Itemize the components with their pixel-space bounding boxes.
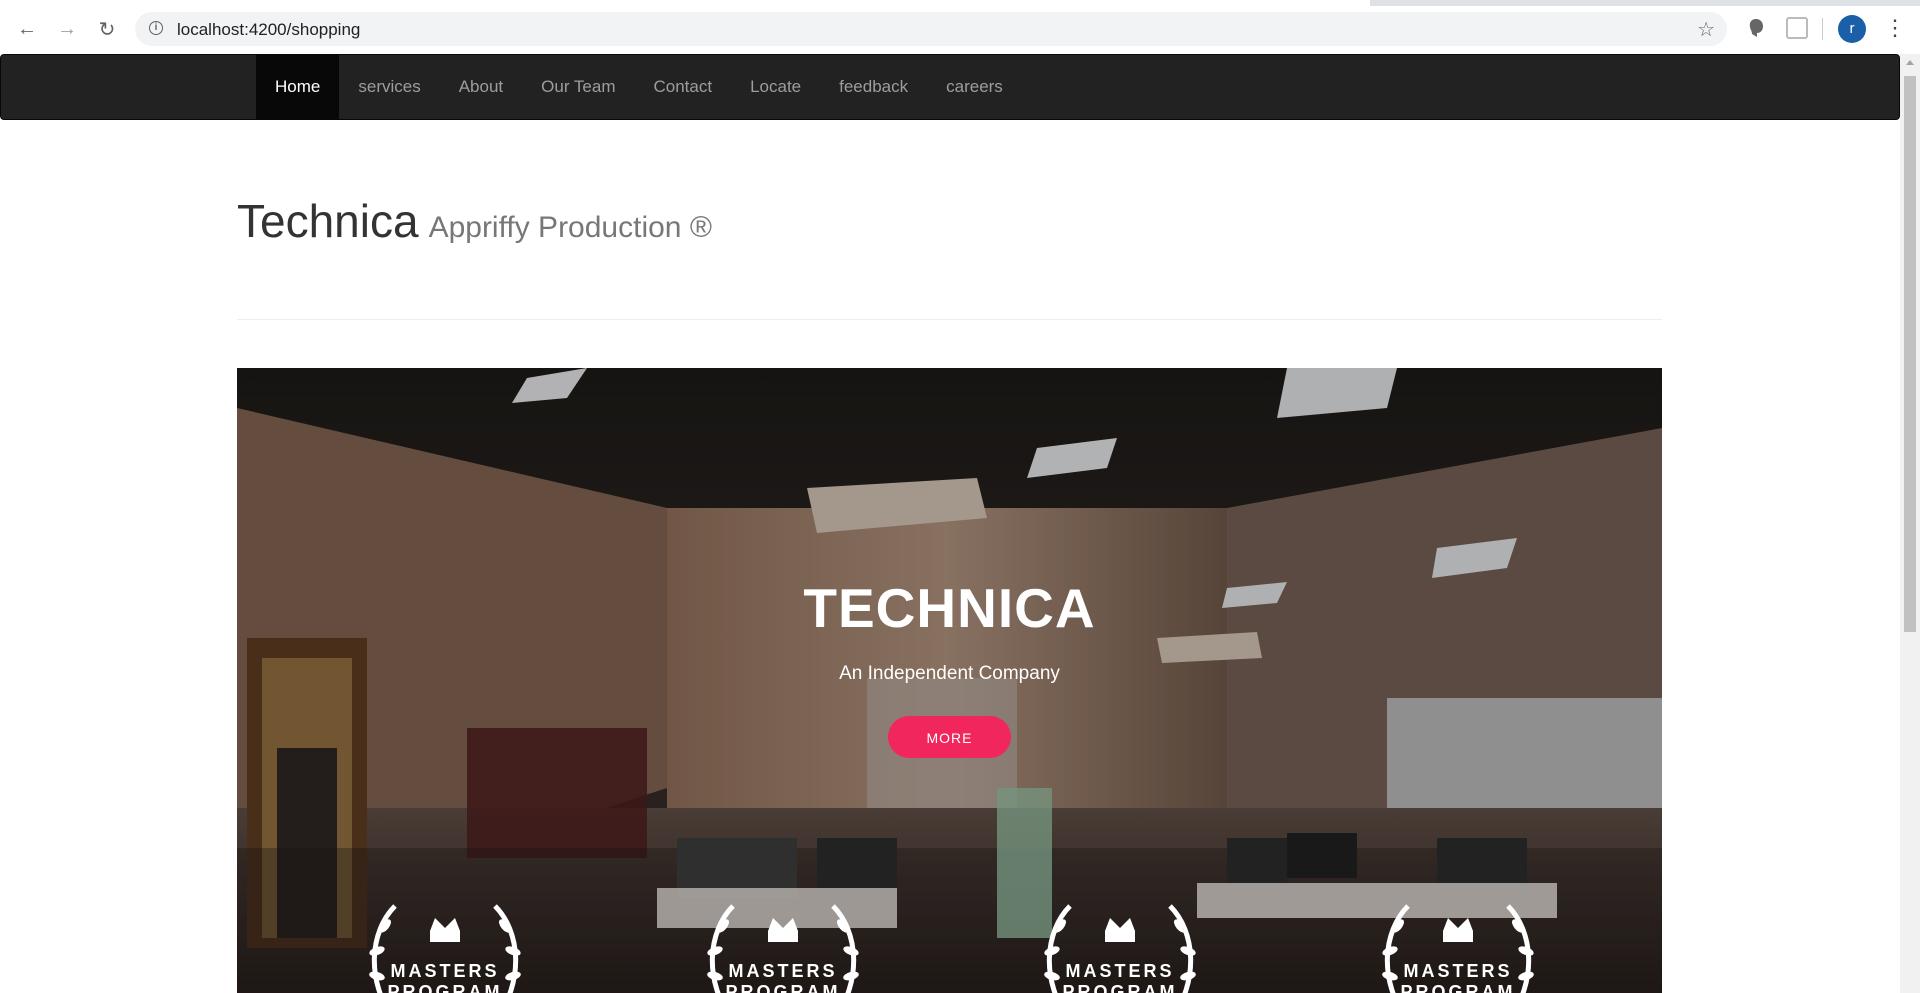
badge-line1: MASTERS: [390, 961, 500, 981]
hero-banner: TECHNICA An Independent Company MORE MAS…: [237, 368, 1662, 993]
masters-program-badge: MASTERS PROGRAM ★★★★★: [1030, 896, 1210, 993]
scrollbar-thumb[interactable]: [1904, 76, 1916, 632]
nav-careers[interactable]: careers: [927, 55, 1022, 119]
kebab-menu-icon[interactable]: ⋮: [1884, 15, 1906, 41]
nav-services[interactable]: services: [339, 55, 439, 119]
page-subtitle: Appriffy Production ®: [428, 211, 712, 244]
back-arrow-icon[interactable]: ←: [12, 14, 42, 44]
address-bar[interactable]: i localhost:4200/shopping ☆: [135, 12, 1727, 46]
page-header: Technica Appriffy Production ®: [237, 194, 1662, 320]
page-title: Technica Appriffy Production ®: [237, 194, 712, 248]
nav-about[interactable]: About: [440, 55, 522, 119]
badge-line2: PROGRAM: [725, 982, 841, 993]
badge-line2: PROGRAM: [1400, 982, 1516, 993]
info-icon[interactable]: i: [149, 21, 163, 35]
reload-icon[interactable]: ↻: [92, 14, 122, 44]
vertical-scrollbar[interactable]: [1900, 54, 1920, 993]
nav-feedback[interactable]: feedback: [820, 55, 927, 119]
browser-toolbar: ← → ↻ i localhost:4200/shopping ☆ r ⋮: [0, 0, 1920, 54]
hero-title: TECHNICA: [803, 577, 1096, 639]
forward-arrow-icon[interactable]: →: [52, 14, 82, 44]
nav-contact[interactable]: Contact: [634, 55, 731, 119]
tab-strip: [0, 0, 1920, 6]
extension-icon[interactable]: [1745, 17, 1767, 39]
nav-locate[interactable]: Locate: [731, 55, 820, 119]
page-title-text: Technica: [237, 195, 419, 247]
url-text[interactable]: localhost:4200/shopping: [177, 20, 360, 40]
badge-line1: MASTERS: [1403, 961, 1513, 981]
badge-line2: PROGRAM: [387, 982, 503, 993]
badge-line1: MASTERS: [728, 961, 838, 981]
page-viewport: Home services About Our Team Contact Loc…: [0, 54, 1900, 993]
hero-subtitle: An Independent Company: [839, 663, 1060, 684]
extension-square-icon[interactable]: [1786, 17, 1808, 39]
nav-home[interactable]: Home: [256, 55, 340, 119]
nav-links: Home services About Our Team Contact Loc…: [256, 55, 1022, 119]
scroll-up-arrow-icon[interactable]: [1906, 60, 1914, 65]
bookmark-star-icon[interactable]: ☆: [1697, 17, 1715, 42]
nav-our-team[interactable]: Our Team: [522, 55, 634, 119]
masters-program-badge: MASTERS PROGRAM ★★★★★: [1368, 896, 1548, 993]
more-button[interactable]: MORE: [888, 716, 1011, 758]
badge-line2: PROGRAM: [1062, 982, 1178, 993]
masters-program-badge: MASTERS PROGRAM ★★★★★: [693, 896, 873, 993]
profile-avatar[interactable]: r: [1838, 15, 1866, 43]
toolbar-divider: [1822, 18, 1823, 40]
masters-program-badge: MASTERS PROGRAM ★★★★★: [355, 896, 535, 993]
top-navbar: Home services About Our Team Contact Loc…: [0, 54, 1900, 120]
badge-line1: MASTERS: [1065, 961, 1175, 981]
